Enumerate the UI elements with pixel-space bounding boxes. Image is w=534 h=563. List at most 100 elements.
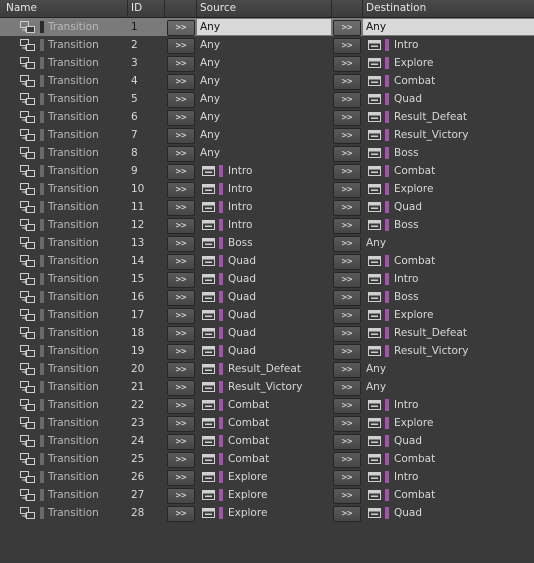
source-field[interactable]: Combat bbox=[197, 451, 331, 467]
source-field[interactable]: Quad bbox=[197, 325, 331, 341]
destination-select-button[interactable]: >> bbox=[333, 362, 361, 378]
destination-field[interactable]: Combat bbox=[363, 253, 534, 269]
source-select-button[interactable]: >> bbox=[167, 254, 195, 270]
table-row[interactable]: Transition 11 >> Intro >> Quad bbox=[0, 198, 534, 216]
source-select-button[interactable]: >> bbox=[167, 344, 195, 360]
table-row[interactable]: Transition 23 >> Combat >> Explore bbox=[0, 414, 534, 432]
source-select-button[interactable]: >> bbox=[167, 200, 195, 216]
source-select-button[interactable]: >> bbox=[167, 128, 195, 144]
destination-field[interactable]: Result_Victory bbox=[363, 343, 534, 359]
source-select-button[interactable]: >> bbox=[167, 308, 195, 324]
table-row[interactable]: Transition 6 >> Any >> Result_Defeat bbox=[0, 108, 534, 126]
source-select-button[interactable]: >> bbox=[167, 380, 195, 396]
column-divider[interactable] bbox=[196, 0, 197, 17]
source-select-button[interactable]: >> bbox=[167, 218, 195, 234]
source-select-button[interactable]: >> bbox=[167, 182, 195, 198]
table-row[interactable]: Transition 13 >> Boss >> Any bbox=[0, 234, 534, 252]
source-field[interactable]: Any bbox=[197, 19, 331, 35]
destination-select-button[interactable]: >> bbox=[333, 182, 361, 198]
destination-field[interactable]: Intro bbox=[363, 271, 534, 287]
source-select-button[interactable]: >> bbox=[167, 20, 195, 36]
source-select-button[interactable]: >> bbox=[167, 470, 195, 486]
table-row[interactable]: Transition 2 >> Any >> Intro bbox=[0, 36, 534, 54]
destination-field[interactable]: Explore bbox=[363, 55, 534, 71]
column-divider[interactable] bbox=[331, 0, 332, 17]
table-row[interactable]: Transition 5 >> Any >> Quad bbox=[0, 90, 534, 108]
column-header-source[interactable]: Source bbox=[200, 2, 236, 14]
table-row[interactable]: Transition 26 >> Explore >> Intro bbox=[0, 468, 534, 486]
table-row[interactable]: Transition 15 >> Quad >> Intro bbox=[0, 270, 534, 288]
table-row[interactable]: Transition 17 >> Quad >> Explore bbox=[0, 306, 534, 324]
column-header-destination[interactable]: Destination bbox=[366, 2, 426, 14]
source-field[interactable]: Quad bbox=[197, 253, 331, 269]
destination-select-button[interactable]: >> bbox=[333, 146, 361, 162]
column-divider[interactable] bbox=[164, 0, 165, 17]
source-field[interactable]: Any bbox=[197, 127, 331, 143]
source-field[interactable]: Result_Victory bbox=[197, 379, 331, 395]
destination-field[interactable]: Explore bbox=[363, 181, 534, 197]
source-select-button[interactable]: >> bbox=[167, 506, 195, 522]
destination-select-button[interactable]: >> bbox=[333, 74, 361, 90]
destination-select-button[interactable]: >> bbox=[333, 110, 361, 126]
destination-field[interactable]: Result_Defeat bbox=[363, 109, 534, 125]
destination-field[interactable]: Combat bbox=[363, 163, 534, 179]
column-divider[interactable] bbox=[127, 0, 128, 17]
source-select-button[interactable]: >> bbox=[167, 290, 195, 306]
source-field[interactable]: Quad bbox=[197, 343, 331, 359]
source-field[interactable]: Explore bbox=[197, 487, 331, 503]
source-field[interactable]: Any bbox=[197, 55, 331, 71]
source-select-button[interactable]: >> bbox=[167, 326, 195, 342]
source-select-button[interactable]: >> bbox=[167, 236, 195, 252]
table-row[interactable]: Transition 14 >> Quad >> Combat bbox=[0, 252, 534, 270]
table-row[interactable]: Transition 27 >> Explore >> Combat bbox=[0, 486, 534, 504]
column-divider[interactable] bbox=[362, 0, 363, 17]
destination-select-button[interactable]: >> bbox=[333, 344, 361, 360]
source-field[interactable]: Intro bbox=[197, 199, 331, 215]
source-field[interactable]: Explore bbox=[197, 505, 331, 521]
destination-select-button[interactable]: >> bbox=[333, 290, 361, 306]
destination-select-button[interactable]: >> bbox=[333, 20, 361, 36]
source-select-button[interactable]: >> bbox=[167, 362, 195, 378]
source-field[interactable]: Any bbox=[197, 145, 331, 161]
destination-select-button[interactable]: >> bbox=[333, 128, 361, 144]
column-header-name[interactable]: Name bbox=[6, 2, 37, 14]
table-row[interactable]: Transition 1 >> Any >> Any bbox=[0, 18, 534, 36]
source-field[interactable]: Intro bbox=[197, 217, 331, 233]
source-field[interactable]: Any bbox=[197, 109, 331, 125]
destination-select-button[interactable]: >> bbox=[333, 56, 361, 72]
source-field[interactable]: Quad bbox=[197, 307, 331, 323]
source-select-button[interactable]: >> bbox=[167, 488, 195, 504]
source-select-button[interactable]: >> bbox=[167, 74, 195, 90]
source-select-button[interactable]: >> bbox=[167, 56, 195, 72]
source-select-button[interactable]: >> bbox=[167, 38, 195, 54]
table-row[interactable]: Transition 21 >> Result_Victory >> Any bbox=[0, 378, 534, 396]
destination-select-button[interactable]: >> bbox=[333, 308, 361, 324]
table-row[interactable]: Transition 16 >> Quad >> Boss bbox=[0, 288, 534, 306]
source-field[interactable]: Combat bbox=[197, 397, 331, 413]
destination-field[interactable]: Quad bbox=[363, 199, 534, 215]
table-row[interactable]: Transition 18 >> Quad >> Result_Defeat bbox=[0, 324, 534, 342]
destination-field[interactable]: Quad bbox=[363, 433, 534, 449]
destination-field[interactable]: Boss bbox=[363, 289, 534, 305]
destination-field[interactable]: Quad bbox=[363, 505, 534, 521]
table-row[interactable]: Transition 3 >> Any >> Explore bbox=[0, 54, 534, 72]
destination-select-button[interactable]: >> bbox=[333, 506, 361, 522]
destination-field[interactable]: Any bbox=[363, 361, 534, 377]
table-row[interactable]: Transition 19 >> Quad >> Result_Victory bbox=[0, 342, 534, 360]
source-field[interactable]: Intro bbox=[197, 181, 331, 197]
table-row[interactable]: Transition 9 >> Intro >> Combat bbox=[0, 162, 534, 180]
destination-select-button[interactable]: >> bbox=[333, 254, 361, 270]
source-select-button[interactable]: >> bbox=[167, 416, 195, 432]
table-row[interactable]: Transition 12 >> Intro >> Boss bbox=[0, 216, 534, 234]
destination-field[interactable]: Intro bbox=[363, 37, 534, 53]
table-row[interactable]: Transition 22 >> Combat >> Intro bbox=[0, 396, 534, 414]
table-row[interactable]: Transition 25 >> Combat >> Combat bbox=[0, 450, 534, 468]
source-select-button[interactable]: >> bbox=[167, 272, 195, 288]
destination-select-button[interactable]: >> bbox=[333, 236, 361, 252]
destination-field[interactable]: Any bbox=[363, 379, 534, 395]
destination-select-button[interactable]: >> bbox=[333, 272, 361, 288]
source-field[interactable]: Result_Defeat bbox=[197, 361, 331, 377]
source-select-button[interactable]: >> bbox=[167, 146, 195, 162]
source-select-button[interactable]: >> bbox=[167, 92, 195, 108]
destination-select-button[interactable]: >> bbox=[333, 218, 361, 234]
